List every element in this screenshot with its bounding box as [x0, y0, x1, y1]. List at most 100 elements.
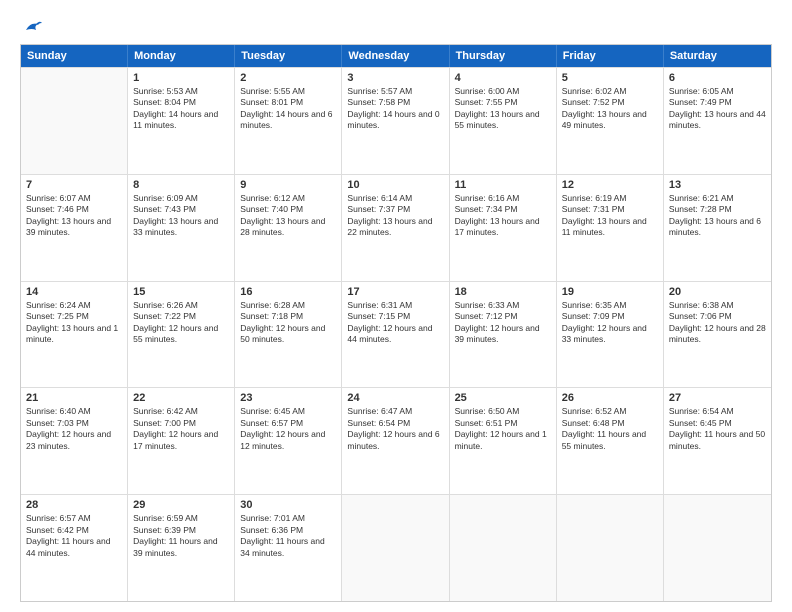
calendar-cell: 28 Sunrise: 6:57 AM Sunset: 6:42 PM Dayli…: [21, 495, 128, 601]
cell-info: Sunrise: 6:38 AM Sunset: 7:06 PM Dayligh…: [669, 300, 766, 346]
calendar-cell: 4 Sunrise: 6:00 AM Sunset: 7:55 PM Daylig…: [450, 68, 557, 174]
cell-info: Sunrise: 6:40 AM Sunset: 7:03 PM Dayligh…: [26, 406, 122, 452]
day-number: 9: [240, 179, 336, 191]
calendar-cell: 14 Sunrise: 6:24 AM Sunset: 7:25 PM Dayli…: [21, 282, 128, 388]
calendar-cell: 18 Sunrise: 6:33 AM Sunset: 7:12 PM Dayli…: [450, 282, 557, 388]
calendar-header: Sunday Monday Tuesday Wednesday Thursday…: [21, 45, 771, 67]
day-number: 12: [562, 179, 658, 191]
day-number: 17: [347, 286, 443, 298]
day-number: 15: [133, 286, 229, 298]
day-number: 13: [669, 179, 766, 191]
header-tuesday: Tuesday: [235, 45, 342, 67]
calendar-cell: [450, 495, 557, 601]
calendar-cell: 19 Sunrise: 6:35 AM Sunset: 7:09 PM Dayli…: [557, 282, 664, 388]
day-number: 30: [240, 499, 336, 511]
cell-info: Sunrise: 5:53 AM Sunset: 8:04 PM Dayligh…: [133, 86, 229, 132]
page: Sunday Monday Tuesday Wednesday Thursday…: [0, 0, 792, 612]
day-number: 10: [347, 179, 443, 191]
calendar-cell: 11Sunrise: 6:16 AM Sunset: 7:34 PM Dayli…: [450, 175, 557, 281]
day-number: 25: [455, 392, 551, 404]
week-row-2: 7 Sunrise: 6:07 AM Sunset: 7:46 PM Daylig…: [21, 174, 771, 281]
day-number: 14: [26, 286, 122, 298]
calendar-body: 1 Sunrise: 5:53 AM Sunset: 8:04 PM Daylig…: [21, 67, 771, 601]
cell-info: Sunrise: 6:24 AM Sunset: 7:25 PM Dayligh…: [26, 300, 122, 346]
calendar-cell: 13 Sunrise: 6:21 AM Sunset: 7:28 PM Dayli…: [664, 175, 771, 281]
calendar-cell: 3 Sunrise: 5:57 AM Sunset: 7:58 PM Daylig…: [342, 68, 449, 174]
day-number: 1: [133, 72, 229, 84]
day-number: 21: [26, 392, 122, 404]
cell-info: Sunrise: 6:02 AM Sunset: 7:52 PM Dayligh…: [562, 86, 658, 132]
cell-info: Sunrise: 6:47 AM Sunset: 6:54 PM Dayligh…: [347, 406, 443, 452]
day-number: 19: [562, 286, 658, 298]
cell-info: Sunrise: 6:05 AM Sunset: 7:49 PM Dayligh…: [669, 86, 766, 132]
day-number: 3: [347, 72, 443, 84]
cell-info: Sunrise: 6:35 AM Sunset: 7:09 PM Dayligh…: [562, 300, 658, 346]
header-wednesday: Wednesday: [342, 45, 449, 67]
cell-info: Sunrise: 6:26 AM Sunset: 7:22 PM Dayligh…: [133, 300, 229, 346]
week-row-1: 1 Sunrise: 5:53 AM Sunset: 8:04 PM Daylig…: [21, 67, 771, 174]
header-monday: Monday: [128, 45, 235, 67]
calendar-cell: 23Sunrise: 6:45 AM Sunset: 6:57 PM Dayli…: [235, 388, 342, 494]
calendar-cell: 16 Sunrise: 6:28 AM Sunset: 7:18 PM Dayli…: [235, 282, 342, 388]
calendar-cell: 21 Sunrise: 6:40 AM Sunset: 7:03 PM Dayli…: [21, 388, 128, 494]
cell-info: Sunrise: 6:50 AM Sunset: 6:51 PM Dayligh…: [455, 406, 551, 452]
header-sunday: Sunday: [21, 45, 128, 67]
calendar-cell: 2Sunrise: 5:55 AM Sunset: 8:01 PM Daylig…: [235, 68, 342, 174]
calendar-cell: 1 Sunrise: 5:53 AM Sunset: 8:04 PM Daylig…: [128, 68, 235, 174]
calendar-cell: 5 Sunrise: 6:02 AM Sunset: 7:52 PM Daylig…: [557, 68, 664, 174]
day-number: 29: [133, 499, 229, 511]
cell-info: Sunrise: 6:54 AM Sunset: 6:45 PM Dayligh…: [669, 406, 766, 452]
calendar-cell: 30 Sunrise: 7:01 AM Sunset: 6:36 PM Dayli…: [235, 495, 342, 601]
day-number: 27: [669, 392, 766, 404]
cell-info: Sunrise: 6:59 AM Sunset: 6:39 PM Dayligh…: [133, 513, 229, 559]
day-number: 16: [240, 286, 336, 298]
cell-info: Sunrise: 6:09 AM Sunset: 7:43 PM Dayligh…: [133, 193, 229, 239]
day-number: 5: [562, 72, 658, 84]
day-number: 4: [455, 72, 551, 84]
day-number: 18: [455, 286, 551, 298]
calendar-cell: 8 Sunrise: 6:09 AM Sunset: 7:43 PM Daylig…: [128, 175, 235, 281]
cell-info: Sunrise: 6:14 AM Sunset: 7:37 PM Dayligh…: [347, 193, 443, 239]
calendar-cell: [21, 68, 128, 174]
calendar-cell: 9 Sunrise: 6:12 AM Sunset: 7:40 PM Daylig…: [235, 175, 342, 281]
day-number: 11: [455, 179, 551, 191]
day-number: 8: [133, 179, 229, 191]
week-row-5: 28 Sunrise: 6:57 AM Sunset: 6:42 PM Dayli…: [21, 494, 771, 601]
cell-info: Sunrise: 6:28 AM Sunset: 7:18 PM Dayligh…: [240, 300, 336, 346]
day-number: 28: [26, 499, 122, 511]
calendar-cell: 22 Sunrise: 6:42 AM Sunset: 7:00 PM Dayli…: [128, 388, 235, 494]
cell-info: Sunrise: 5:57 AM Sunset: 7:58 PM Dayligh…: [347, 86, 443, 132]
cell-info: Sunrise: 6:31 AM Sunset: 7:15 PM Dayligh…: [347, 300, 443, 346]
calendar-cell: [342, 495, 449, 601]
calendar-cell: 10 Sunrise: 6:14 AM Sunset: 7:37 PM Dayli…: [342, 175, 449, 281]
cell-info: Sunrise: 6:12 AM Sunset: 7:40 PM Dayligh…: [240, 193, 336, 239]
day-number: 7: [26, 179, 122, 191]
cell-info: Sunrise: 6:42 AM Sunset: 7:00 PM Dayligh…: [133, 406, 229, 452]
calendar-cell: 7 Sunrise: 6:07 AM Sunset: 7:46 PM Daylig…: [21, 175, 128, 281]
cell-info: Sunrise: 6:21 AM Sunset: 7:28 PM Dayligh…: [669, 193, 766, 239]
cell-info: Sunrise: 6:00 AM Sunset: 7:55 PM Dayligh…: [455, 86, 551, 132]
calendar-cell: 26Sunrise: 6:52 AM Sunset: 6:48 PM Dayli…: [557, 388, 664, 494]
cell-info: Sunrise: 6:45 AM Sunset: 6:57 PM Dayligh…: [240, 406, 336, 452]
calendar-cell: [664, 495, 771, 601]
header: [20, 18, 772, 36]
calendar-cell: 12Sunrise: 6:19 AM Sunset: 7:31 PM Dayli…: [557, 175, 664, 281]
calendar-cell: 25 Sunrise: 6:50 AM Sunset: 6:51 PM Dayli…: [450, 388, 557, 494]
day-number: 22: [133, 392, 229, 404]
day-number: 24: [347, 392, 443, 404]
cell-info: Sunrise: 6:07 AM Sunset: 7:46 PM Dayligh…: [26, 193, 122, 239]
calendar-cell: 17 Sunrise: 6:31 AM Sunset: 7:15 PM Dayli…: [342, 282, 449, 388]
day-number: 20: [669, 286, 766, 298]
cell-info: Sunrise: 6:33 AM Sunset: 7:12 PM Dayligh…: [455, 300, 551, 346]
day-number: 26: [562, 392, 658, 404]
logo: [20, 18, 44, 36]
calendar-cell: 20 Sunrise: 6:38 AM Sunset: 7:06 PM Dayli…: [664, 282, 771, 388]
cell-info: Sunrise: 7:01 AM Sunset: 6:36 PM Dayligh…: [240, 513, 336, 559]
week-row-3: 14 Sunrise: 6:24 AM Sunset: 7:25 PM Dayli…: [21, 281, 771, 388]
cell-info: Sunrise: 6:57 AM Sunset: 6:42 PM Dayligh…: [26, 513, 122, 559]
day-number: 6: [669, 72, 766, 84]
calendar: Sunday Monday Tuesday Wednesday Thursday…: [20, 44, 772, 602]
day-number: 2: [240, 72, 336, 84]
calendar-cell: 6 Sunrise: 6:05 AM Sunset: 7:49 PM Daylig…: [664, 68, 771, 174]
calendar-cell: 29 Sunrise: 6:59 AM Sunset: 6:39 PM Dayli…: [128, 495, 235, 601]
